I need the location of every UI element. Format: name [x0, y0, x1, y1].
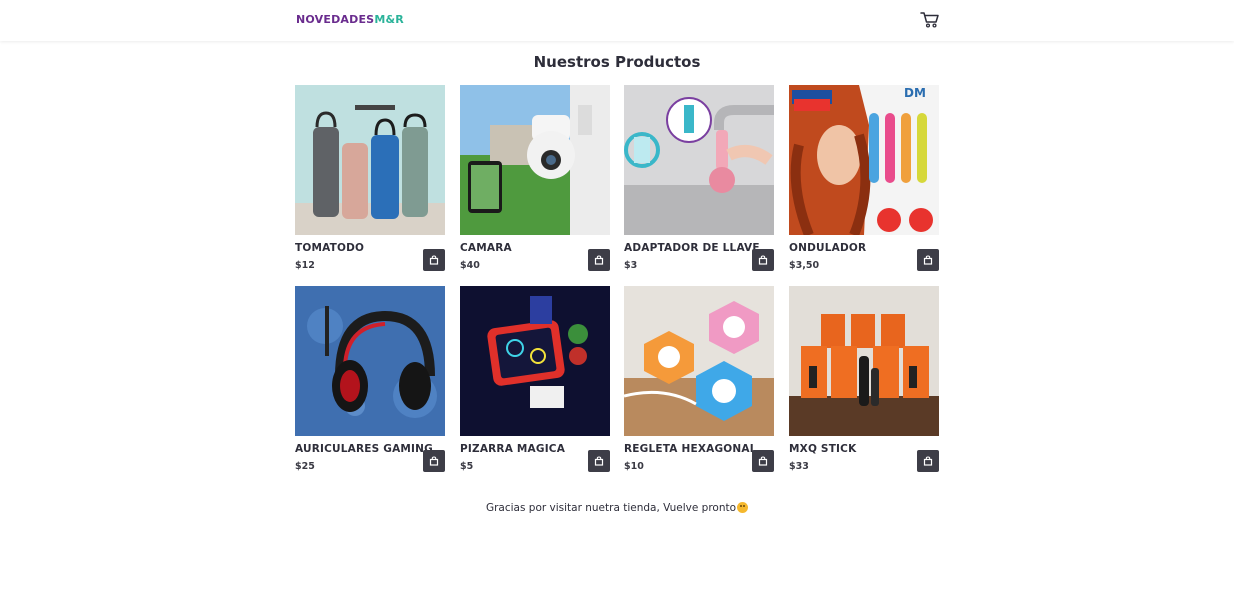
shopping-bag-icon	[594, 255, 604, 265]
product-image-tv-stick[interactable]	[789, 286, 939, 436]
brand-logo[interactable]: NOVEDADESM&R	[296, 13, 404, 27]
product-name: ADAPTADOR DE LLAVE	[624, 242, 760, 254]
product-card[interactable]: CAMARA $40	[460, 85, 610, 275]
product-card[interactable]: DM ONDULADOR $3,50	[789, 85, 939, 275]
product-price: $12	[295, 260, 315, 271]
shopping-bag-icon	[429, 456, 439, 466]
shopping-cart-icon[interactable]	[920, 11, 940, 29]
product-card[interactable]: ADAPTADOR DE LLAVE $3	[624, 85, 774, 275]
add-to-cart-button[interactable]	[423, 249, 445, 271]
product-image-water-bottles[interactable]	[295, 85, 445, 235]
add-to-cart-button[interactable]	[917, 249, 939, 271]
product-image-hexagonal-power-strip[interactable]	[624, 286, 774, 436]
add-to-cart-button[interactable]	[588, 450, 610, 472]
product-image-gaming-headset[interactable]	[295, 286, 445, 436]
product-image-hair-curler[interactable]: DM	[789, 85, 939, 235]
product-card[interactable]: MXQ STICK $33	[789, 286, 939, 476]
add-to-cart-button[interactable]	[917, 450, 939, 472]
product-price: $10	[624, 461, 644, 472]
product-image-security-camera[interactable]	[460, 85, 610, 235]
add-to-cart-button[interactable]	[588, 249, 610, 271]
shopping-bag-icon	[923, 456, 933, 466]
product-name: PIZARRA MAGICA	[460, 443, 566, 455]
smiley-face-icon	[737, 502, 749, 513]
add-to-cart-button[interactable]	[752, 450, 774, 472]
product-name: REGLETA HEXAGONAL	[624, 443, 757, 455]
product-card[interactable]: PIZARRA MAGICA $5	[460, 286, 610, 476]
svg-text:DM: DM	[904, 86, 926, 100]
product-name: AURICULARES GAMING	[295, 443, 433, 455]
top-navbar: NOVEDADESM&R	[0, 0, 1234, 41]
product-price: $33	[789, 461, 809, 472]
logo-text-primary: NOVEDADES	[296, 13, 375, 26]
logo-text-accent: M&R	[374, 13, 404, 26]
product-price: $5	[460, 461, 474, 472]
product-name: MXQ STICK	[789, 443, 857, 455]
product-price: $3	[624, 260, 638, 271]
page-title: Nuestros Productos	[533, 53, 701, 71]
product-card[interactable]: AURICULARES GAMING $25	[295, 286, 445, 476]
product-price: $25	[295, 461, 315, 472]
product-image-faucet-adapter[interactable]	[624, 85, 774, 235]
product-price: $3,50	[789, 260, 820, 271]
product-name: CAMARA	[460, 242, 512, 254]
product-name: TOMATODO	[295, 242, 365, 254]
shopping-bag-icon	[429, 255, 439, 265]
product-name: ONDULADOR	[789, 242, 867, 254]
add-to-cart-button[interactable]	[752, 249, 774, 271]
product-card[interactable]: TOMATODO $12	[295, 85, 445, 275]
shopping-bag-icon	[758, 255, 768, 265]
footer-message: Gracias por visitar nuetra tienda, Vuelv…	[0, 501, 1234, 515]
product-image-magic-drawing-board[interactable]	[460, 286, 610, 436]
product-price: $40	[460, 260, 480, 271]
product-card[interactable]: REGLETA HEXAGONAL $10	[624, 286, 774, 476]
add-to-cart-button[interactable]	[423, 450, 445, 472]
shopping-bag-icon	[758, 456, 768, 466]
shopping-bag-icon	[594, 456, 604, 466]
shopping-bag-icon	[923, 255, 933, 265]
footer-text: Gracias por visitar nuetra tienda, Vuelv…	[485, 502, 737, 514]
